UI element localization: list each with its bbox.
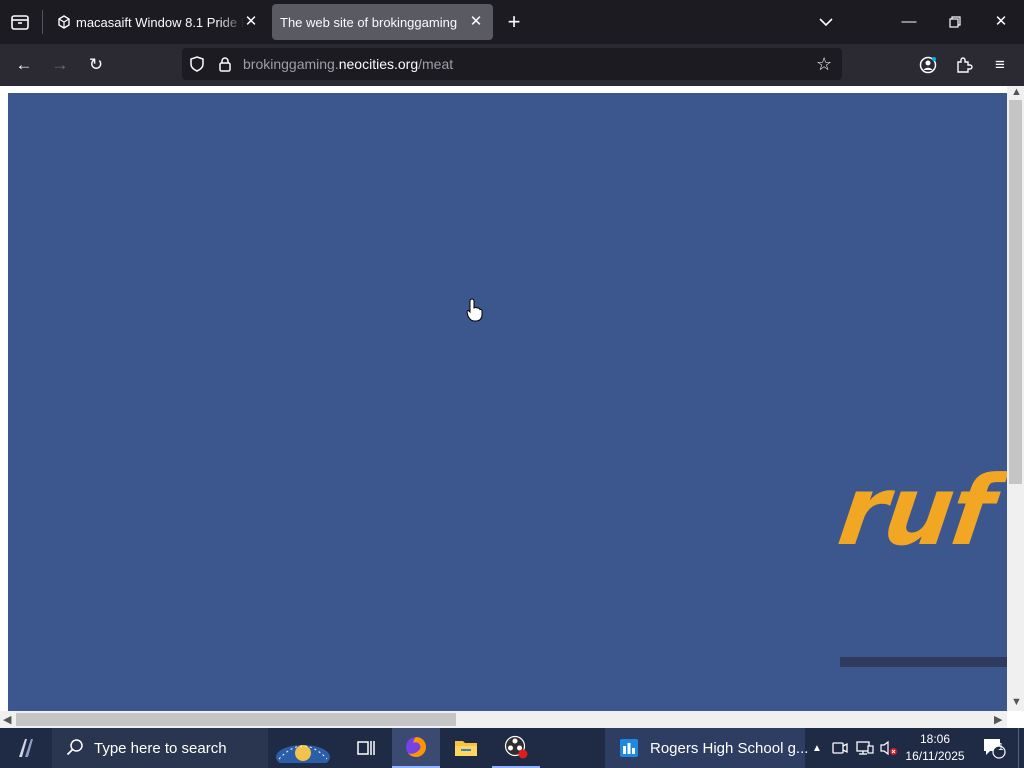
vertical-scroll-thumb[interactable] (1009, 100, 1022, 484)
firefox-taskbar-icon[interactable] (392, 728, 440, 768)
url-text[interactable]: brokinggaming.neocities.org/meat (243, 56, 453, 72)
clock[interactable]: 18:06 16/11/2025 (900, 731, 970, 765)
tab-strip: macasaift Window 8.1 Pride Edi ✕ The web… (0, 0, 1024, 44)
clock-time: 18:06 (919, 732, 951, 746)
tab-list-icon[interactable] (8, 10, 32, 34)
start-button[interactable] (0, 728, 52, 768)
taskbar: Type here to search Rogers High School g… (0, 728, 1024, 768)
close-tab-icon[interactable]: ✕ (467, 13, 485, 31)
address-bar[interactable]: brokinggaming.neocities.org/meat ☆ (182, 48, 842, 80)
scroll-left-icon[interactable]: ◀ (3, 713, 11, 726)
window-label: Rogers High School g... (650, 740, 809, 757)
site-icon (56, 14, 72, 30)
scroll-right-icon[interactable]: ▶ (994, 713, 1002, 726)
site-logo: ruf (832, 455, 1000, 567)
search-icon (66, 738, 84, 761)
search-placeholder: Type here to search (94, 740, 227, 757)
scroll-down-icon[interactable]: ▼ (1011, 696, 1022, 708)
tab-title: macasaift Window 8.1 Pride Edi (76, 14, 244, 30)
obs-icon[interactable] (492, 728, 540, 768)
network-icon[interactable] (854, 728, 876, 768)
forward-arrow-icon[interactable]: → (46, 51, 74, 79)
menu-hamburger-icon[interactable]: ≡ (986, 51, 1014, 79)
extensions-icon[interactable] (950, 51, 978, 79)
url-host-prefix: brokinggaming. (243, 56, 339, 72)
file-explorer-icon[interactable] (442, 728, 490, 768)
clock-date: 16/11/2025 (905, 749, 965, 763)
page-bar (840, 657, 1007, 667)
mouse-cursor-icon (466, 298, 484, 327)
start-icon (19, 739, 33, 757)
navigation-toolbar: ← → ↻ brokinggaming.neocities.org/meat ☆… (0, 44, 1024, 86)
page-canvas[interactable]: ruf (8, 93, 1007, 711)
shield-icon[interactable] (188, 55, 206, 73)
volume-muted-icon[interactable] (878, 728, 900, 768)
tab-title: The web site of brokinggaming (280, 14, 458, 30)
task-view-icon[interactable] (342, 728, 390, 768)
back-arrow-icon[interactable]: ← (10, 51, 38, 79)
close-tab-icon[interactable]: ✕ (242, 13, 260, 31)
tab-brokinggaming[interactable]: The web site of brokinggaming ✕ (272, 4, 493, 40)
horizontal-scroll-thumb[interactable] (16, 713, 456, 726)
rogers-window-button[interactable]: Rogers High School g... (605, 728, 809, 768)
show-desktop-button[interactable] (1018, 728, 1024, 768)
url-host: neocities.org (338, 56, 419, 72)
url-path: /meat (418, 56, 454, 72)
bookmark-star-icon[interactable]: ☆ (816, 54, 832, 75)
lock-icon[interactable] (217, 56, 233, 72)
restore-icon[interactable] (941, 8, 969, 36)
account-icon[interactable] (914, 51, 942, 79)
show-hidden-icons-chevron-up-icon[interactable]: ▲ (808, 728, 826, 768)
search-highlight-image[interactable] (272, 728, 334, 768)
close-window-icon[interactable]: ✕ (987, 8, 1015, 36)
app-window-icon (619, 738, 639, 763)
reload-icon[interactable]: ↻ (82, 51, 110, 79)
tab-macasaift[interactable]: macasaift Window 8.1 Pride Edi ✕ (46, 4, 268, 40)
notification-center-icon[interactable]: 1 (978, 728, 1010, 768)
minimize-icon[interactable]: — (895, 8, 923, 36)
meet-now-icon[interactable] (830, 728, 850, 768)
scroll-up-icon[interactable]: ▲ (1011, 86, 1022, 98)
web-content: ruf ▲ ▼ ◀ ▶ (0, 86, 1024, 728)
taskbar-search-box[interactable]: Type here to search (52, 728, 268, 768)
chevron-down-icon[interactable] (812, 8, 840, 36)
new-tab-plus-icon[interactable]: + (500, 8, 528, 36)
tab-separator (42, 10, 43, 34)
notification-count: 1 (998, 742, 1004, 753)
